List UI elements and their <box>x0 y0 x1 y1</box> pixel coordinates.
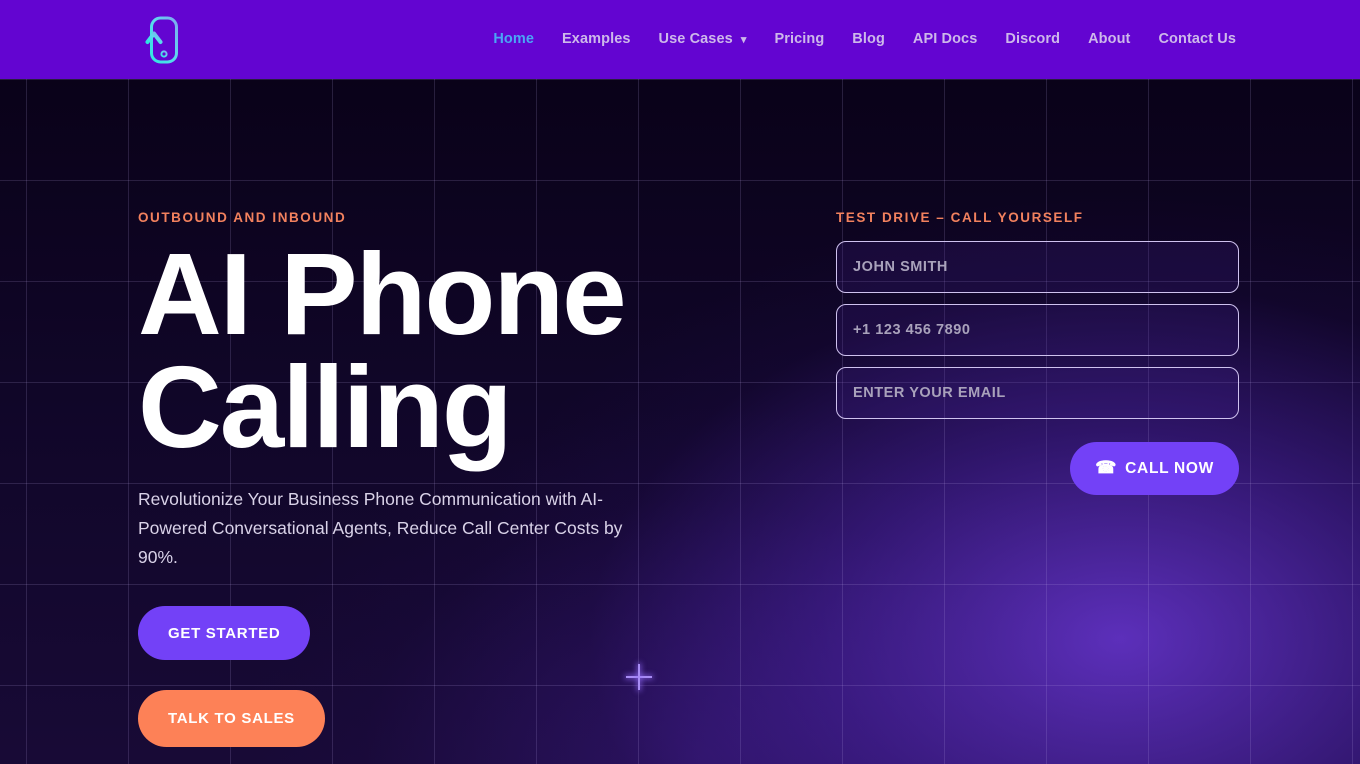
nav-label: Home <box>493 31 535 47</box>
phone-up-arrow-icon <box>145 16 178 64</box>
hero-subtitle: Revolutionize Your Business Phone Commun… <box>138 489 623 568</box>
nav-item-contact-us[interactable]: Contact Us <box>1144 0 1250 79</box>
form-title: TEST DRIVE – CALL YOURSELF <box>836 210 1084 225</box>
page-title: AI Phone Calling <box>138 229 627 472</box>
hero-eyebrow: OUTBOUND AND INBOUND <box>138 210 347 225</box>
nav-item-examples[interactable]: Examples <box>548 0 645 79</box>
page-root: Home Examples Use Cases ▾ Pricing Blog A… <box>0 0 1360 764</box>
nav-label: Contact Us <box>1158 31 1236 47</box>
nav-label: API Docs <box>912 31 978 47</box>
nav-item-about[interactable]: About <box>1074 0 1144 79</box>
call-button-row: ☎ CALL NOW <box>836 442 1239 495</box>
hero-sales-row: TALK TO SALES <box>138 690 758 748</box>
call-now-label: CALL NOW <box>1125 459 1214 477</box>
name-input[interactable] <box>836 241 1239 293</box>
phone-input[interactable] <box>836 304 1239 356</box>
nav-label: Blog <box>852 31 885 47</box>
site-header: Home Examples Use Cases ▾ Pricing Blog A… <box>0 0 1360 79</box>
nav-item-pricing[interactable]: Pricing <box>760 0 838 79</box>
talk-to-sales-button[interactable]: TALK TO SALES <box>138 690 325 748</box>
nav-label: Examples <box>562 31 631 47</box>
chevron-down-icon: ▾ <box>740 34 747 46</box>
get-started-button[interactable]: GET STARTED <box>138 606 311 661</box>
nav-label: About <box>1088 31 1131 47</box>
nav-label: Pricing <box>774 31 825 47</box>
hero-cta-row: GET STARTED <box>138 606 758 690</box>
nav-item-blog[interactable]: Blog <box>838 0 899 79</box>
nav-item-discord[interactable]: Discord <box>991 0 1074 79</box>
telephone-icon: ☎ <box>1095 458 1118 477</box>
nav-item-home[interactable]: Home <box>479 0 548 79</box>
email-input[interactable] <box>836 367 1239 419</box>
nav-item-api-docs[interactable]: API Docs <box>899 0 991 79</box>
nav-item-use-cases[interactable]: Use Cases ▾ <box>645 0 761 79</box>
hero-section: OUTBOUND AND INBOUND AI Phone Calling Re… <box>0 79 1360 764</box>
nav-label: Discord <box>1005 31 1061 47</box>
main-nav: Home Examples Use Cases ▾ Pricing Blog A… <box>479 0 1250 79</box>
nav-label: Use Cases <box>658 31 733 47</box>
call-now-button[interactable]: ☎ CALL NOW <box>1070 442 1239 495</box>
hero-left-column: OUTBOUND AND INBOUND AI Phone Calling Re… <box>138 210 758 748</box>
test-drive-form: TEST DRIVE – CALL YOURSELF ☎ CALL NOW <box>836 210 1239 495</box>
site-logo[interactable] <box>145 14 181 66</box>
